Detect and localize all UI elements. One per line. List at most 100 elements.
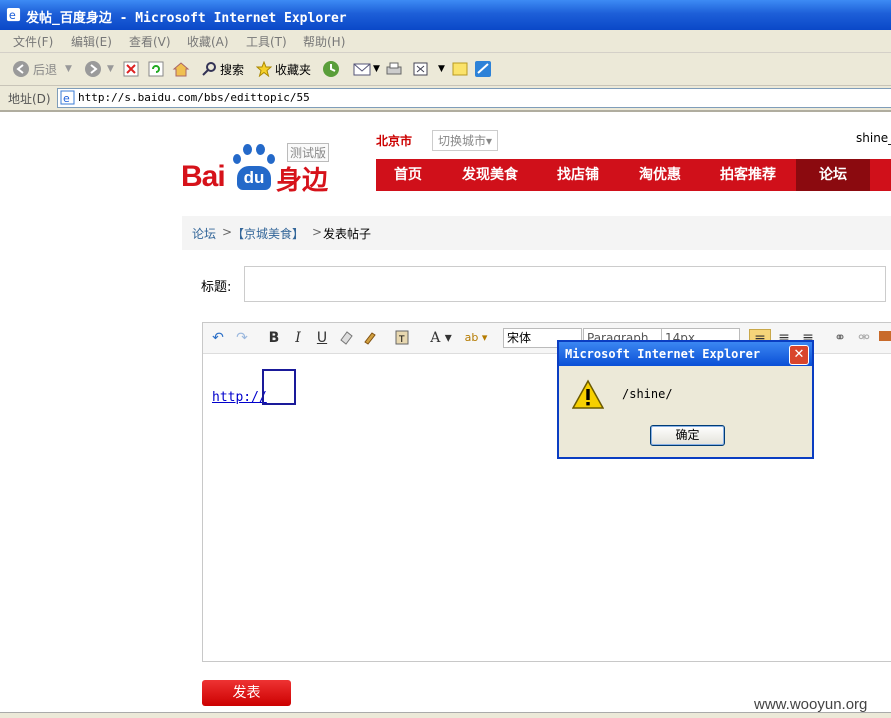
menu-bar: 文件(F) 编辑(E) 查看(V) 收藏(A) 工具(T) 帮助(H) (0, 30, 891, 53)
svg-text:e: e (63, 92, 70, 105)
address-input[interactable]: e http://s.baidu.com/bbs/edittopic/55 (57, 88, 891, 108)
link-icon[interactable]: ⚭ (831, 329, 849, 347)
home-icon (172, 62, 190, 77)
breadcrumb-forum[interactable]: 论坛 (192, 225, 216, 242)
address-bar: 地址(D) e http://s.baidu.com/bbs/edittopic… (0, 86, 891, 112)
editor-content-link[interactable]: http:// (212, 390, 267, 405)
beta-badge: 测试版 (287, 143, 330, 162)
editor-embedded-image-box[interactable] (262, 369, 296, 405)
highlight-icon[interactable]: ab ▾ (461, 329, 491, 347)
favorites-label: 收藏夹 (275, 62, 312, 77)
paste-text-icon[interactable]: T (393, 329, 411, 347)
menu-tools[interactable]: 工具(T) (246, 33, 287, 50)
history-icon (323, 61, 339, 77)
search-label: 搜索 (220, 62, 245, 77)
address-url: http://s.baidu.com/bbs/edittopic/55 (78, 91, 310, 104)
nav-forum[interactable]: 论坛 (796, 159, 870, 191)
back-label: 后退 (33, 62, 58, 77)
alert-dialog: Microsoft Internet Explorer ✕ /shine/ 确定 (557, 340, 814, 459)
breadcrumb-board[interactable]: 【京城美食】 (232, 225, 304, 242)
italic-icon[interactable]: I (289, 329, 307, 347)
format-painter-icon[interactable] (361, 329, 379, 347)
print-button[interactable] (385, 59, 403, 79)
warning-icon (572, 379, 604, 409)
breadcrumb: 论坛 > 【京城美食】 > 发表帖子 (182, 216, 891, 250)
home-button[interactable] (172, 59, 190, 79)
history-button[interactable] (322, 59, 340, 79)
back-button[interactable]: 后退 ▼ (12, 59, 72, 79)
back-dropdown-icon[interactable]: ▼ (65, 64, 72, 74)
eraser-icon[interactable] (337, 329, 355, 347)
close-icon[interactable]: ✕ (789, 345, 809, 365)
stop-button[interactable] (123, 59, 139, 79)
switch-city-button[interactable]: 切换城市▾ (432, 130, 499, 151)
logo-subtitle: 身边 (276, 166, 329, 196)
ie-icon: e (6, 7, 21, 22)
post-submit-button[interactable]: 发表 (202, 680, 291, 706)
font-color-icon[interactable]: A ▾ (427, 329, 455, 347)
forward-arrow-icon (85, 61, 101, 77)
undo-icon[interactable]: ↶ (209, 329, 227, 347)
nav-discover-food[interactable]: 发现美食 (450, 159, 530, 191)
mail-icon (353, 63, 371, 76)
window-titlebar[interactable]: e 发帖_百度身边 - Microsoft Internet Explorer (0, 0, 891, 30)
browser-toolbar: 后退 ▼ ▼ 搜索 收藏夹 ▼ ▼ (0, 53, 891, 86)
alert-message: /shine/ (622, 387, 673, 401)
nav-home[interactable]: 首页 (376, 159, 440, 191)
page-icon: e (60, 90, 75, 105)
image-icon[interactable] (879, 329, 891, 347)
breadcrumb-separator: > (222, 225, 233, 239)
logo-bai-text: Bai (181, 160, 226, 193)
svg-text:T: T (398, 335, 405, 345)
note-icon (452, 62, 468, 76)
nav-deals[interactable]: 淘优惠 (624, 159, 696, 191)
logo-du-text: du (237, 166, 271, 190)
paw-toe-2 (243, 144, 252, 155)
alert-titlebar[interactable]: Microsoft Internet Explorer ✕ (559, 342, 812, 366)
breadcrumb-current: 发表帖子 (323, 227, 372, 241)
menu-help[interactable]: 帮助(H) (303, 33, 345, 50)
back-arrow-icon (13, 61, 29, 77)
messenger-icon (475, 61, 491, 77)
search-icon (202, 62, 216, 76)
main-nav: 首页 发现美食 找店铺 淘优惠 拍客推荐 论坛 (376, 159, 891, 191)
menu-file[interactable]: 文件(F) (13, 33, 53, 50)
refresh-icon (148, 61, 164, 77)
refresh-button[interactable] (148, 59, 164, 79)
edit-dropdown-icon[interactable]: ▼ (438, 64, 445, 74)
redo-icon[interactable]: ↷ (233, 329, 251, 347)
alert-title: Microsoft Internet Explorer (565, 347, 761, 361)
forward-button[interactable]: ▼ (84, 59, 114, 79)
underline-icon[interactable]: U (313, 329, 331, 347)
unlink-icon[interactable]: ⚮ (855, 329, 873, 347)
discuss-button[interactable] (452, 59, 468, 79)
address-label: 地址(D) (8, 92, 51, 106)
edit-button[interactable]: ▼ (412, 59, 445, 79)
mail-button[interactable]: ▼ (353, 59, 380, 79)
paw-toe-3 (256, 144, 265, 155)
forward-dropdown-icon[interactable]: ▼ (107, 64, 114, 74)
nav-photo-picks[interactable]: 拍客推荐 (706, 159, 790, 191)
nav-find-shops[interactable]: 找店铺 (542, 159, 614, 191)
menu-favorites[interactable]: 收藏(A) (187, 33, 229, 50)
breadcrumb-separator: > (312, 225, 323, 239)
username-link[interactable]: shine_ (856, 131, 891, 145)
title-label: 标题: (201, 280, 232, 295)
paw-toe-1 (233, 154, 241, 164)
favorites-button[interactable]: 收藏夹 (256, 59, 311, 79)
window-title: 发帖_百度身边 - Microsoft Internet Explorer (26, 11, 347, 26)
current-city: 北京市 (376, 134, 413, 148)
bold-icon[interactable]: B (265, 329, 283, 347)
menu-view[interactable]: 查看(V) (129, 33, 171, 50)
menu-edit[interactable]: 编辑(E) (71, 33, 112, 50)
title-input[interactable] (244, 266, 886, 302)
mail-dropdown-icon[interactable]: ▼ (373, 64, 380, 74)
status-bar (0, 712, 891, 718)
messenger-button[interactable] (474, 59, 492, 79)
ok-button[interactable]: 确定 (650, 425, 725, 446)
search-button[interactable]: 搜索 (201, 59, 244, 79)
svg-text:e: e (9, 9, 16, 22)
watermark: www.wooyun.org (754, 696, 868, 713)
printer-icon (386, 62, 402, 75)
edit-page-icon (413, 62, 428, 76)
